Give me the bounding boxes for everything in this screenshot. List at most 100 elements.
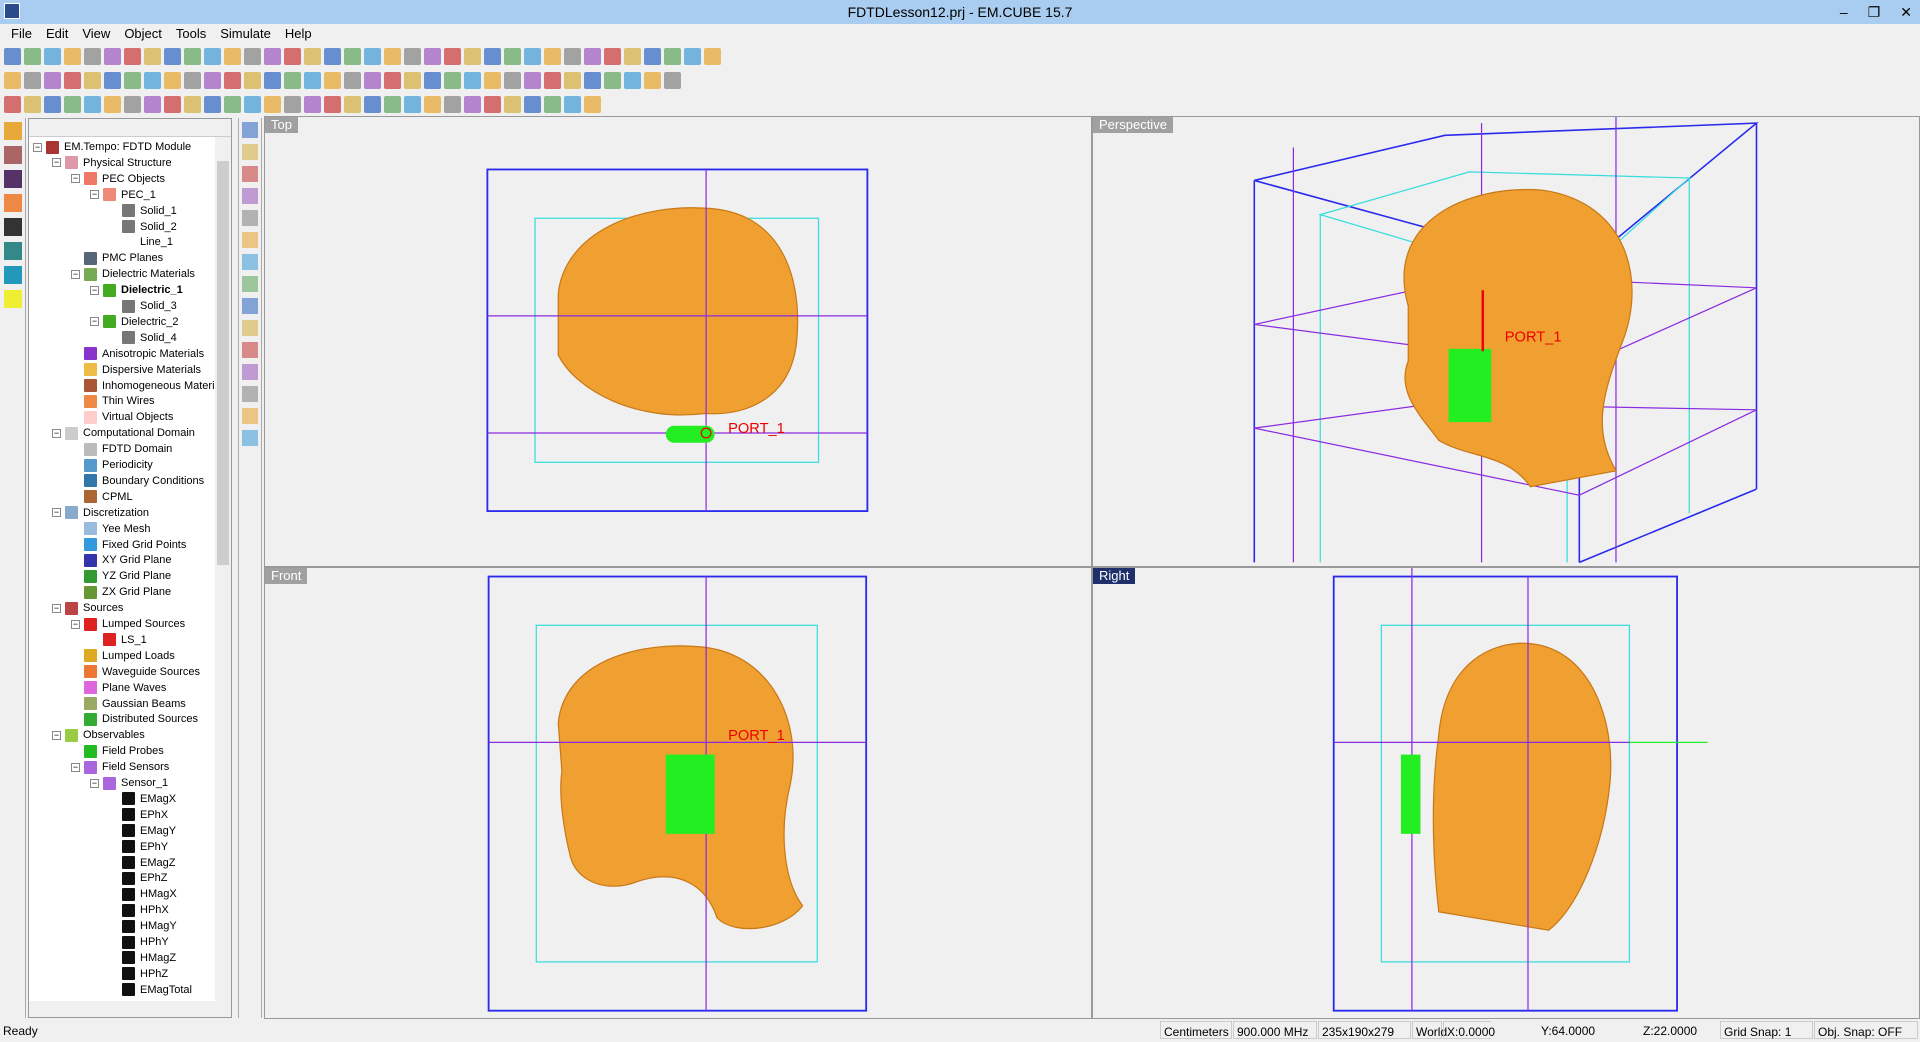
collapse-toggle[interactable]: − [90,778,99,788]
toolbar-icon[interactable] [244,95,261,113]
toolbar-icon[interactable] [464,95,481,113]
toolbar-icon[interactable] [224,71,241,89]
close-button[interactable]: ✕ [1900,0,1912,24]
toolbar-icon[interactable] [484,47,501,65]
tree-item[interactable]: − Dielectric_1 [90,282,183,298]
tree-item[interactable]: EPhZ [122,870,168,886]
right-view-canvas[interactable] [1093,568,1919,1018]
toolbar-icon[interactable] [164,47,181,65]
toolbar-icon[interactable] [424,95,441,113]
toolbar-icon[interactable] [264,95,281,113]
tree-item[interactable]: Lumped Loads [84,648,175,664]
toolbar-icon[interactable] [304,71,321,89]
toolbar-icon[interactable] [404,95,421,113]
collapse-toggle[interactable]: − [71,762,80,772]
menu-edit[interactable]: Edit [39,24,75,44]
tree-item[interactable]: EMagTotal [122,982,192,998]
toolbar-icon[interactable] [84,47,101,65]
toolbar-icon[interactable] [324,95,341,113]
toolbar-icon[interactable] [704,47,721,65]
module-icon[interactable] [4,170,22,188]
toolbar-icon[interactable] [564,95,581,113]
toolbar-icon[interactable] [4,71,21,89]
tree-item[interactable]: Boundary Conditions [84,473,204,489]
tree-item[interactable]: − Computational Domain [52,425,195,441]
toolbar-icon[interactable] [324,47,341,65]
tree-item[interactable]: − PEC Objects [71,171,165,187]
menu-tools[interactable]: Tools [169,24,213,44]
tool-icon[interactable] [242,210,258,226]
tool-icon[interactable] [242,342,258,358]
menu-file[interactable]: File [4,24,39,44]
tree-item[interactable]: − EM.Tempo: FDTD Module [33,139,191,155]
toolbar-icon[interactable] [504,47,521,65]
tree-item[interactable]: HPhZ [122,966,168,982]
module-icon[interactable] [4,290,22,308]
toolbar-icon[interactable] [604,47,621,65]
collapse-toggle[interactable]: − [90,317,99,327]
tree-item[interactable]: XY Grid Plane [84,552,172,568]
tree-item[interactable]: CPML [84,489,133,505]
toolbar-icon[interactable] [64,95,81,113]
tool-icon[interactable] [242,298,258,314]
toolbar-icon[interactable] [504,71,521,89]
toolbar-icon[interactable] [304,47,321,65]
object-snap[interactable]: Obj. Snap: OFF [1814,1021,1918,1039]
toolbar-icon[interactable] [144,71,161,89]
tool-icon[interactable] [242,232,258,248]
tree-item[interactable]: Solid_2 [122,219,177,235]
toolbar-icon[interactable] [164,95,181,113]
tree-item[interactable]: HPhX [122,902,169,918]
toolbar-icon[interactable] [404,71,421,89]
toolbar-icon[interactable] [424,71,441,89]
module-icon[interactable] [4,242,22,260]
tree-item[interactable]: − PEC_1 [90,187,156,203]
tree-item[interactable]: Periodicity [84,457,153,473]
collapse-toggle[interactable]: − [52,508,61,518]
tree-item[interactable]: HMagY [122,918,177,934]
collapse-toggle[interactable]: − [90,285,99,295]
tool-icon[interactable] [242,276,258,292]
toolbar-icon[interactable] [44,95,61,113]
tree-item[interactable]: Solid_1 [122,203,177,219]
toolbar-icon[interactable] [244,71,261,89]
tree-item[interactable]: Gaussian Beams [84,696,186,712]
tree-item[interactable]: Yee Mesh [84,521,151,537]
tool-icon[interactable] [242,166,258,182]
tree-item[interactable]: PMC Planes [84,250,163,266]
tree-item[interactable]: EMagY [122,823,176,839]
collapse-toggle[interactable]: − [71,269,80,279]
toolbar-icon[interactable] [44,47,61,65]
collapse-toggle[interactable]: − [52,730,61,740]
toolbar-icon[interactable] [64,47,81,65]
module-icon[interactable] [4,194,22,212]
tool-icon[interactable] [242,408,258,424]
module-icon[interactable] [4,218,22,236]
toolbar-icon[interactable] [104,47,121,65]
tree-item[interactable]: YZ Grid Plane [84,568,171,584]
toolbar-icon[interactable] [204,47,221,65]
tree-item[interactable]: Anisotropic Materials [84,346,204,362]
toolbar-icon[interactable] [24,47,41,65]
toolbar-icon[interactable] [124,47,141,65]
collapse-toggle[interactable]: − [71,174,80,184]
tree-item[interactable]: Thin Wires [84,393,155,409]
module-icon[interactable] [4,122,22,140]
tree-item[interactable]: Dispersive Materials [84,362,201,378]
toolbar-icon[interactable] [404,47,421,65]
menu-view[interactable]: View [75,24,117,44]
tool-icon[interactable] [242,188,258,204]
tree-item[interactable]: Line_1 [122,234,173,250]
toolbar-icon[interactable] [624,71,641,89]
module-icon[interactable] [4,266,22,284]
tree-item[interactable]: − Dielectric Materials [71,266,195,282]
tree-item[interactable]: EMagZ [122,855,175,871]
perspective-canvas[interactable]: PORT_1 [1093,117,1919,566]
tree-item[interactable]: LS_1 [103,632,147,648]
menu-help[interactable]: Help [278,24,319,44]
toolbar-icon[interactable] [144,47,161,65]
toolbar-icon[interactable] [224,95,241,113]
tree-item[interactable]: Distributed Sources [84,711,198,727]
toolbar-icon[interactable] [204,95,221,113]
front-view-canvas[interactable]: PORT_1 [265,568,1091,1018]
